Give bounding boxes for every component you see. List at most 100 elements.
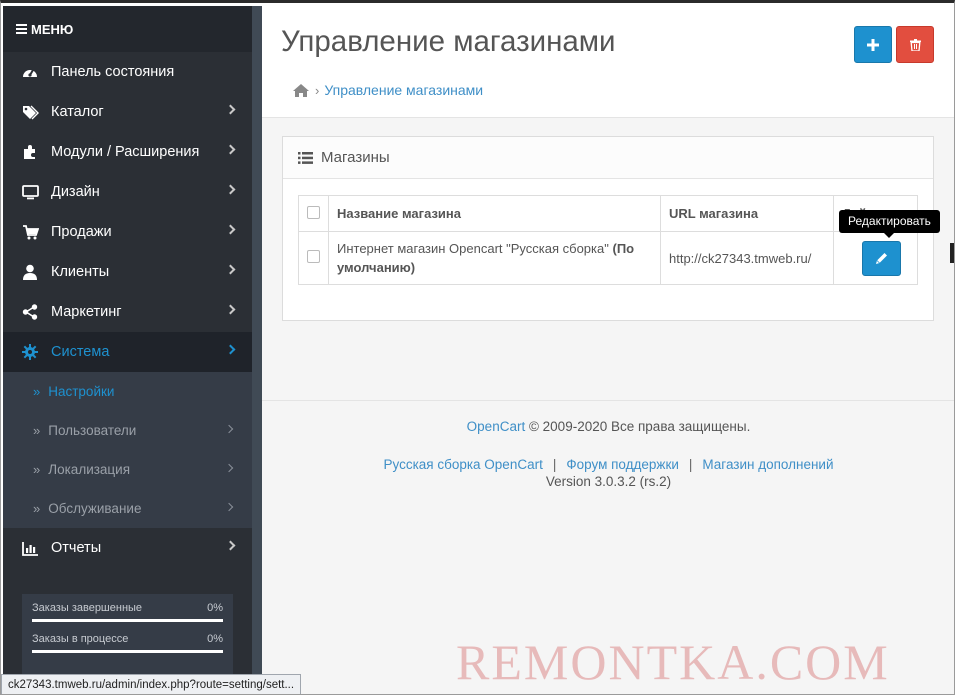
sidebar-item-customers[interactable]: Клиенты bbox=[3, 252, 252, 292]
table-row: Интернет магазин Opencart "Русская сборк… bbox=[298, 231, 918, 285]
breadcrumb-link[interactable]: Управление магазинами bbox=[324, 82, 483, 98]
trash-icon bbox=[909, 38, 921, 51]
sidebar-item-label: Панель состояния bbox=[51, 64, 175, 80]
sidebar-item-label: Продажи bbox=[51, 224, 112, 240]
store-url-cell: http://ck27343.tmweb.ru/ bbox=[660, 231, 834, 285]
gear-icon bbox=[21, 344, 39, 360]
sidebar-item-design[interactable]: Дизайн bbox=[3, 172, 252, 212]
edit-button[interactable] bbox=[862, 240, 901, 276]
sidebar: МЕНЮ Панель состояния Каталог Модули / Р… bbox=[3, 6, 252, 694]
pencil-icon bbox=[875, 253, 887, 264]
copyright-text: © 2009-2020 Все права защищены. bbox=[528, 419, 751, 434]
chevron-right-icon bbox=[225, 184, 236, 195]
footer-separator: | bbox=[688, 457, 693, 472]
browser-window: МЕНЮ Панель состояния Каталог Модули / Р… bbox=[0, 0, 955, 695]
sidebar-subitem-settings[interactable]: » Настройки bbox=[3, 372, 252, 411]
sidebar-subitem-label: Настройки bbox=[48, 384, 115, 399]
system-submenu: » Настройки » Пользователи » Локализация… bbox=[3, 372, 252, 528]
monitor-icon bbox=[21, 184, 39, 200]
chevron-right-icon bbox=[225, 344, 236, 355]
select-all-cell bbox=[298, 195, 329, 232]
delete-button[interactable] bbox=[896, 26, 934, 63]
home-icon[interactable] bbox=[292, 83, 310, 98]
sidebar-item-marketing[interactable]: Маркетинг bbox=[3, 292, 252, 332]
stores-panel: Магазины Название магазина URL магазина … bbox=[282, 136, 934, 321]
panel-title: Магазины bbox=[321, 149, 390, 166]
row-checkbox[interactable] bbox=[307, 249, 320, 263]
chevron-right-icon bbox=[224, 502, 234, 512]
column-header-name[interactable]: Название магазина bbox=[328, 195, 661, 232]
store-name-cell: Интернет магазин Opencart "Русская сборк… bbox=[328, 231, 661, 285]
sidebar-item-sales[interactable]: Продажи bbox=[3, 212, 252, 252]
double-chevron-icon: » bbox=[33, 501, 41, 516]
select-all-checkbox[interactable] bbox=[307, 205, 320, 219]
edit-tooltip: Редактировать bbox=[839, 210, 940, 238]
footer-version: Version 3.0.3.2 (rs.2) bbox=[545, 474, 672, 489]
user-icon bbox=[21, 264, 39, 280]
sidebar-item-dashboard[interactable]: Панель состояния bbox=[3, 52, 252, 92]
sidebar-item-system[interactable]: Система bbox=[3, 332, 252, 372]
stores-table: Название магазина URL магазина Действие … bbox=[298, 195, 918, 285]
dashboard-icon bbox=[21, 64, 39, 80]
tags-icon bbox=[21, 104, 39, 120]
stat-label: Заказы завершенные bbox=[32, 602, 143, 614]
double-chevron-icon: » bbox=[33, 423, 41, 438]
chevron-right-icon bbox=[224, 463, 234, 473]
sidebar-subitem-localisation[interactable]: » Локализация bbox=[3, 450, 252, 489]
sidebar-subitem-label: Локализация bbox=[48, 462, 131, 477]
sidebar-item-label: Отчеты bbox=[51, 540, 102, 556]
stat-value: 0% bbox=[207, 633, 223, 645]
plus-icon bbox=[867, 38, 879, 51]
add-button[interactable] bbox=[854, 26, 892, 63]
column-header-url[interactable]: URL магазина bbox=[660, 195, 834, 232]
double-chevron-icon: » bbox=[33, 384, 41, 399]
chevron-right-icon bbox=[224, 424, 234, 434]
chevron-right-icon bbox=[225, 540, 236, 551]
menu-header[interactable]: МЕНЮ bbox=[3, 6, 252, 52]
footer-copyright: OpenCart © 2009-2020 Все права защищены. bbox=[262, 419, 954, 434]
stat-completed: Заказы завершенные 0% bbox=[32, 602, 223, 622]
row-select-cell bbox=[298, 231, 329, 285]
sidebar-item-label: Маркетинг bbox=[51, 304, 122, 320]
sidebar-subitem-label: Обслуживание bbox=[48, 501, 142, 516]
sidebar-subitem-label: Пользователи bbox=[48, 423, 137, 438]
stat-processing: Заказы в процессе 0% bbox=[32, 633, 223, 653]
breadcrumb: › Управление магазинами bbox=[292, 82, 483, 98]
sidebar-subitem-users[interactable]: » Пользователи bbox=[3, 411, 252, 450]
action-cell bbox=[833, 231, 918, 285]
stat-value: 0% bbox=[207, 602, 223, 614]
footer-link-forum[interactable]: Форум поддержки bbox=[566, 457, 679, 472]
table-header-row: Название магазина URL магазина Действие bbox=[298, 195, 918, 232]
sidebar-item-label: Клиенты bbox=[51, 264, 110, 280]
sidebar-item-reports[interactable]: Отчеты bbox=[3, 528, 252, 568]
panel-heading: Магазины bbox=[283, 137, 933, 179]
footer-link-marketplace[interactable]: Магазин дополнений bbox=[702, 457, 833, 472]
sidebar-subitem-maintenance[interactable]: » Обслуживание bbox=[3, 489, 252, 528]
list-icon bbox=[298, 151, 313, 164]
sidebar-item-label: Дизайн bbox=[51, 184, 100, 200]
progress-bar bbox=[32, 619, 223, 622]
chevron-right-icon bbox=[225, 104, 236, 115]
store-name: Интернет магазин Opencart "Русская сборк… bbox=[337, 241, 609, 256]
chevron-right-icon bbox=[225, 264, 236, 275]
share-icon bbox=[21, 304, 39, 320]
footer-links: Русская сборка OpenCart | Форум поддержки |… bbox=[262, 457, 954, 472]
bar-chart-icon bbox=[21, 540, 39, 556]
page-title: Управление магазинами bbox=[281, 25, 616, 58]
sidebar-item-label: Модули / Расширения bbox=[51, 144, 200, 160]
chevron-right-icon bbox=[225, 144, 236, 155]
opencart-link[interactable]: OpenCart bbox=[467, 419, 526, 434]
chevron-right-icon bbox=[225, 304, 236, 315]
puzzle-icon bbox=[21, 144, 39, 160]
sidebar-item-extensions[interactable]: Модули / Расширения bbox=[3, 132, 252, 172]
sidebar-item-label: Система bbox=[51, 344, 110, 360]
stat-label: Заказы в процессе bbox=[32, 633, 129, 645]
footer-link-rusbuild[interactable]: Русская сборка OpenCart bbox=[383, 457, 542, 472]
sidebar-item-label: Каталог bbox=[51, 104, 104, 120]
watermark: REMONTKA.COM bbox=[456, 634, 890, 690]
chevron-right-icon bbox=[225, 224, 236, 235]
sidebar-item-catalog[interactable]: Каталог bbox=[3, 92, 252, 132]
cart-icon bbox=[21, 224, 39, 240]
footer: OpenCart © 2009-2020 Все права защищены.… bbox=[262, 400, 954, 489]
menu-label: МЕНЮ bbox=[31, 21, 74, 37]
